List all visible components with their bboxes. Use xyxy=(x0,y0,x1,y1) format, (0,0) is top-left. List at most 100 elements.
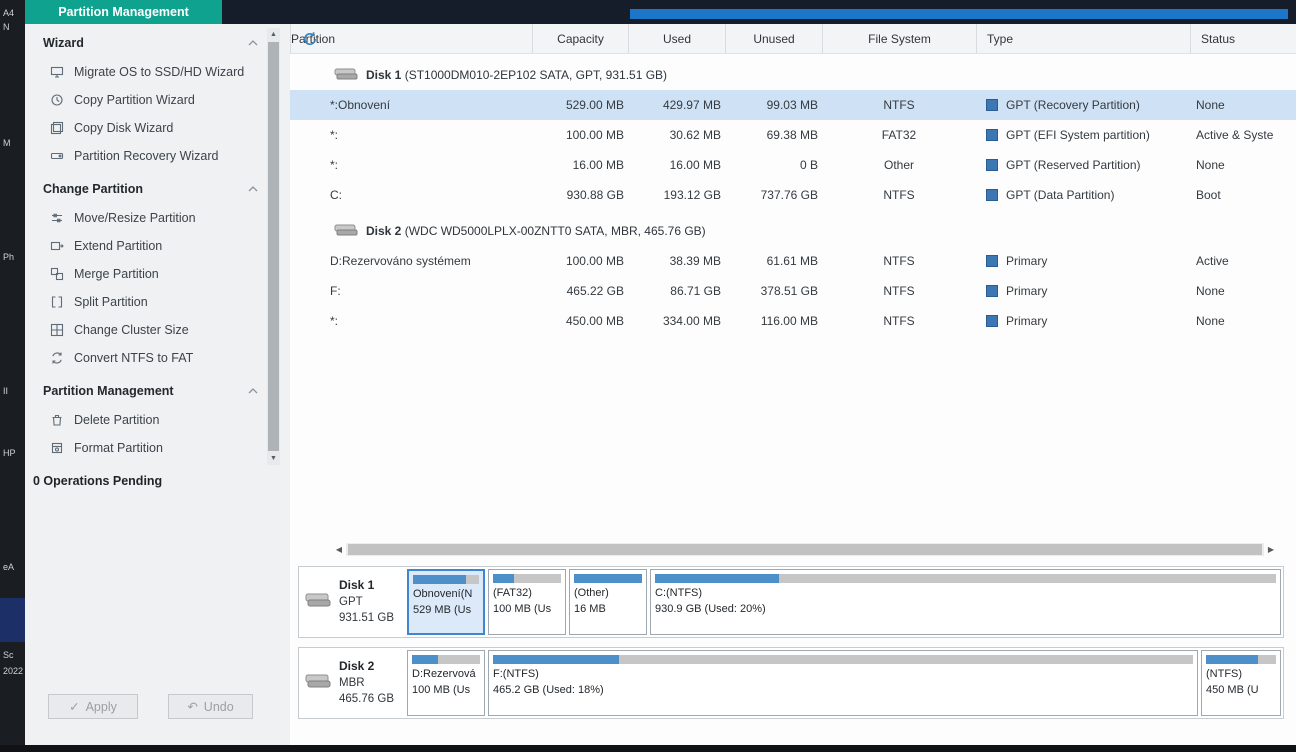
cell-file-system: Other xyxy=(822,158,976,172)
table-row-d-drive[interactable]: D:Rezervováno systémem 100.00 MB 38.39 M… xyxy=(290,246,1296,276)
cell-unused: 69.38 MB xyxy=(725,128,822,142)
sidebar-item-partition-recovery-wizard[interactable]: Partition Recovery Wizard xyxy=(25,142,264,170)
split-partition-icon xyxy=(49,295,64,310)
column-header-status[interactable]: Status xyxy=(1190,24,1296,53)
sidebar-item-move-resize-partition[interactable]: Move/Resize Partition xyxy=(25,204,264,232)
partition-block-other[interactable]: (Other) 16 MB xyxy=(569,569,647,635)
partition-size-label: 450 MB (U xyxy=(1206,683,1276,699)
partition-block-f-drive[interactable]: F:(NTFS) 465.2 GB (Used: 18%) xyxy=(488,650,1198,716)
extend-partition-icon xyxy=(49,239,64,254)
cell-file-system: NTFS xyxy=(822,188,976,202)
sidebar-section-partition-management[interactable]: Partition Management xyxy=(25,372,264,406)
sidebar-item-convert-ntfs-to-fat[interactable]: Convert NTFS to FAT xyxy=(25,344,264,372)
column-header-capacity[interactable]: Capacity xyxy=(532,24,628,53)
cell-used: 429.97 MB xyxy=(628,98,725,112)
scrollbar-track[interactable] xyxy=(346,543,1264,556)
cell-type: Primary xyxy=(1006,284,1047,298)
scrollbar-thumb[interactable] xyxy=(268,42,279,451)
desktop-icon-label: 2022 xyxy=(3,666,23,676)
cell-file-system: NTFS xyxy=(822,314,976,328)
partition-type-color-icon xyxy=(986,285,998,297)
scroll-left-icon[interactable]: ◀ xyxy=(332,545,346,554)
disk2-group-header[interactable]: Disk 2 (WDC WD5000LPLX-00ZNTT0 SATA, MBR… xyxy=(290,216,1296,246)
desktop-icon-label: M xyxy=(3,138,11,148)
chevron-up-icon xyxy=(248,40,258,46)
taskbar-strip xyxy=(0,745,1296,752)
horizontal-scrollbar[interactable]: ◀ ▶ xyxy=(332,543,1278,556)
cell-capacity: 100.00 MB xyxy=(532,128,628,142)
sidebar-item-extend-partition[interactable]: Extend Partition xyxy=(25,232,264,260)
disk2-info: Disk 2 MBR 465.76 GB xyxy=(301,650,407,716)
section-title: Change Partition xyxy=(43,182,143,196)
table-row-f-drive[interactable]: F: 465.22 GB 86.71 GB 378.51 GB NTFS Pri… xyxy=(290,276,1296,306)
apply-button[interactable]: ✓ Apply xyxy=(48,694,138,719)
cell-partition: *:Obnovení xyxy=(290,98,532,112)
usage-bar xyxy=(412,655,480,664)
column-header-file-system[interactable]: File System xyxy=(822,24,976,53)
table-header: Partition Capacity Used Unused File Syst… xyxy=(290,24,1296,54)
disk1-group-header[interactable]: Disk 1 (ST1000DM010-2EP102 SATA, GPT, 93… xyxy=(290,60,1296,90)
scroll-down-icon[interactable]: ▼ xyxy=(267,452,280,465)
column-header-type[interactable]: Type xyxy=(976,24,1190,53)
sidebar-item-label: Copy Disk Wizard xyxy=(74,121,173,135)
sidebar-item-format-partition[interactable]: Format Partition xyxy=(25,434,264,462)
sidebar-item-merge-partition[interactable]: Merge Partition xyxy=(25,260,264,288)
desktop-shortcut-tile xyxy=(0,598,25,642)
cell-partition: F: xyxy=(290,284,532,298)
sidebar-item-change-cluster-size[interactable]: Change Cluster Size xyxy=(25,316,264,344)
usage-bar xyxy=(655,574,1276,583)
sidebar-item-migrate-os-wizard[interactable]: Migrate OS to SSD/HD Wizard xyxy=(25,58,264,86)
desktop-icon-label: eA xyxy=(3,562,14,572)
sidebar-item-copy-partition-wizard[interactable]: Copy Partition Wizard xyxy=(25,86,264,114)
refresh-icon[interactable] xyxy=(302,31,318,47)
scroll-up-icon[interactable]: ▲ xyxy=(267,28,280,41)
cell-unused: 737.76 GB xyxy=(725,188,822,202)
copy-disk-icon xyxy=(49,121,64,136)
cell-unused: 116.00 MB xyxy=(725,314,822,328)
partition-block-d-drive[interactable]: D:Rezervová 100 MB (Us xyxy=(407,650,485,716)
disk-name: Disk 2 xyxy=(339,659,394,675)
scrollbar-thumb[interactable] xyxy=(348,544,1262,555)
column-header-partition[interactable]: Partition xyxy=(290,24,532,53)
sidebar-item-split-partition[interactable]: Split Partition xyxy=(25,288,264,316)
table-row-ntfs-450[interactable]: *: 450.00 MB 334.00 MB 116.00 MB NTFS Pr… xyxy=(290,306,1296,336)
disk2-partitions: D:Rezervová 100 MB (Us F:(NTFS) 465.2 GB… xyxy=(407,650,1281,716)
column-header-used[interactable]: Used xyxy=(628,24,725,53)
disk-info: (WDC WD5000LPLX-00ZNTT0 SATA, MBR, 465.7… xyxy=(405,224,706,238)
cell-used: 193.12 GB xyxy=(628,188,725,202)
table-row-reserved[interactable]: *: 16.00 MB 16.00 MB 0 B Other GPT (Rese… xyxy=(290,150,1296,180)
partition-recovery-icon xyxy=(49,149,64,164)
cell-partition: *: xyxy=(290,314,532,328)
partition-label: F:(NTFS) xyxy=(493,667,1193,683)
table-row-efi[interactable]: *: 100.00 MB 30.62 MB 69.38 MB FAT32 GPT… xyxy=(290,120,1296,150)
sidebar-section-change-partition[interactable]: Change Partition xyxy=(25,170,264,204)
partition-block-ntfs-450[interactable]: (NTFS) 450 MB (U xyxy=(1201,650,1281,716)
cell-partition: *: xyxy=(290,158,532,172)
table-row-obnoveni[interactable]: *:Obnovení 529.00 MB 429.97 MB 99.03 MB … xyxy=(290,90,1296,120)
undo-button[interactable]: ↶ Undo xyxy=(168,694,253,719)
disk-name: Disk 1 xyxy=(366,68,401,82)
sidebar-section-wizard[interactable]: Wizard xyxy=(25,24,264,58)
partition-size-label: 100 MB (Us xyxy=(493,602,561,618)
partition-block-fat32[interactable]: (FAT32) 100 MB (Us xyxy=(488,569,566,635)
column-header-unused[interactable]: Unused xyxy=(725,24,822,53)
cell-status: Active xyxy=(1190,254,1296,268)
partition-list-panel: Partition Capacity Used Unused File Syst… xyxy=(290,24,1296,745)
sidebar-scrollbar[interactable]: ▲ ▼ xyxy=(267,28,280,465)
cell-capacity: 529.00 MB xyxy=(532,98,628,112)
sidebar-item-label: Move/Resize Partition xyxy=(74,211,196,225)
sidebar-item-copy-disk-wizard[interactable]: Copy Disk Wizard xyxy=(25,114,264,142)
partition-block-obnoveni[interactable]: Obnovení(N 529 MB (Us xyxy=(407,569,485,635)
partition-type-color-icon xyxy=(986,129,998,141)
cell-status: Boot xyxy=(1190,188,1296,202)
scroll-right-icon[interactable]: ▶ xyxy=(1264,545,1278,554)
tab-partition-management[interactable]: Partition Management xyxy=(25,0,222,24)
sidebar-list: Wizard Migrate OS to SSD/HD Wizard Copy … xyxy=(25,24,264,462)
sidebar-item-label: Delete Partition xyxy=(74,413,159,427)
sidebar-item-label: Partition Recovery Wizard xyxy=(74,149,219,163)
sidebar-item-delete-partition[interactable]: Delete Partition xyxy=(25,406,264,434)
partition-label: (NTFS) xyxy=(1206,667,1276,683)
partition-block-c-drive[interactable]: C:(NTFS) 930.9 GB (Used: 20%) xyxy=(650,569,1281,635)
table-row-c-drive[interactable]: C: 930.88 GB 193.12 GB 737.76 GB NTFS GP… xyxy=(290,180,1296,210)
cell-capacity: 100.00 MB xyxy=(532,254,628,268)
